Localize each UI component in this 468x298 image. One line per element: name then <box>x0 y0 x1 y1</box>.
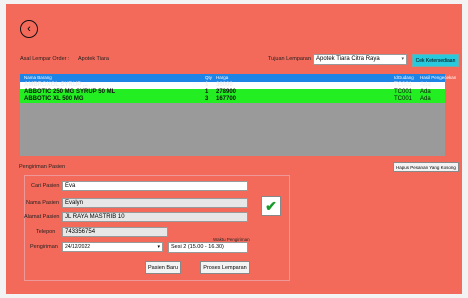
pengiriman-title: Pengiriman Pasien <box>19 164 66 170</box>
cell-gudang: TC001 <box>394 96 413 102</box>
table-row[interactable]: ABBOTIC XL 500 MG 3 167700 TC001 Ada <box>20 96 445 103</box>
chevron-down-icon: ▾ <box>401 56 404 62</box>
cari-pasien-input[interactable]: Eva <box>62 181 248 191</box>
calendar-dropdown-icon: ▾ <box>157 244 160 250</box>
order-grid[interactable]: Nama Barang Qty Harga IdGudang Hasil Pen… <box>20 74 456 156</box>
cell-hasil: Ada <box>420 89 431 95</box>
table-row[interactable]: AMBROXOL SYRUP ... 1 36000 TC001 Ada <box>20 82 445 89</box>
proses-lemparan-button[interactable]: Proses Lemparan <box>200 261 250 274</box>
col-qty[interactable]: Qty <box>205 75 212 80</box>
table-row[interactable]: ABBOTIC 250 MG SYRUP 50 ML 1 278900 TC001 Ad… <box>20 89 445 96</box>
grid-header: Nama Barang Qty Harga IdGudang Hasil Pen… <box>20 74 456 82</box>
tujuan-label: Tujuan Lemparan <box>268 56 311 62</box>
cell-hasil: Ada <box>420 96 431 102</box>
cell-qty: 1 <box>205 82 209 88</box>
window: ‹ Asal Lempar Order : Apotek Tiara Tujua… <box>6 4 462 294</box>
hapus-pesanan-kosong-button[interactable]: Hapus Pesanan Yang Kosong <box>393 162 459 172</box>
checkmark-icon[interactable]: ✔ <box>261 196 281 216</box>
cell-harga: 278900 <box>216 89 237 95</box>
waktu-value: Sesi 2 (15.00 - 16.30) <box>171 244 224 250</box>
cell-harga: 36000 <box>216 82 233 88</box>
arrow-left-icon: ‹ <box>27 22 31 35</box>
pasien-baru-button[interactable]: Pasien Baru <box>145 261 181 274</box>
pengiriman-label: Pengiriman <box>30 244 58 250</box>
telepon-field[interactable]: 743356754 <box>62 227 168 237</box>
cell-nama: AMBROXOL SYRUP ... <box>24 82 88 88</box>
tanggal-value: 24/12/2022 <box>65 244 91 250</box>
tujuan-select[interactable]: Apotek Tiara Citra Raya ▾ <box>313 54 407 65</box>
back-button[interactable]: ‹ <box>20 20 38 38</box>
col-gudang[interactable]: IdGudang <box>394 75 414 80</box>
cell-hasil: Ada <box>420 82 431 88</box>
nama-label: Nama Pasien <box>26 200 60 206</box>
cell-harga: 167700 <box>216 96 237 102</box>
alamat-label: Alamat Pasien <box>24 214 60 220</box>
cell-nama: ABBOTIC 250 MG SYRUP 50 ML <box>24 89 116 95</box>
nama-pasien-field[interactable]: Evalyn <box>62 198 248 208</box>
tanggal-picker[interactable]: 24/12/2022 ▾ <box>62 242 163 252</box>
cell-qty: 1 <box>205 89 209 95</box>
asal-value: Apotek Tiara <box>78 56 109 62</box>
col-harga[interactable]: Harga <box>216 75 228 80</box>
cell-nama: ABBOTIC XL 500 MG <box>24 96 84 102</box>
cek-ketersediaan-button[interactable]: Cek Ketersediaan <box>412 54 459 67</box>
telepon-label: Telepon <box>36 229 56 235</box>
waktu-select[interactable]: Sesi 2 (15.00 - 16.30) <box>168 242 248 253</box>
asal-label: Asal Lempar Order : <box>20 56 70 62</box>
cell-gudang: TC001 <box>394 82 413 88</box>
cell-gudang: TC001 <box>394 89 413 95</box>
alamat-pasien-field[interactable]: JL RAYA MASTRIB 10 <box>62 212 248 222</box>
tujuan-select-value: Apotek Tiara Citra Raya <box>316 56 380 62</box>
cell-qty: 3 <box>205 96 209 102</box>
col-hasil[interactable]: Hasil Pengecekan <box>420 75 456 80</box>
col-nama[interactable]: Nama Barang <box>24 75 52 80</box>
cari-label: Cari Pasien <box>31 183 60 189</box>
